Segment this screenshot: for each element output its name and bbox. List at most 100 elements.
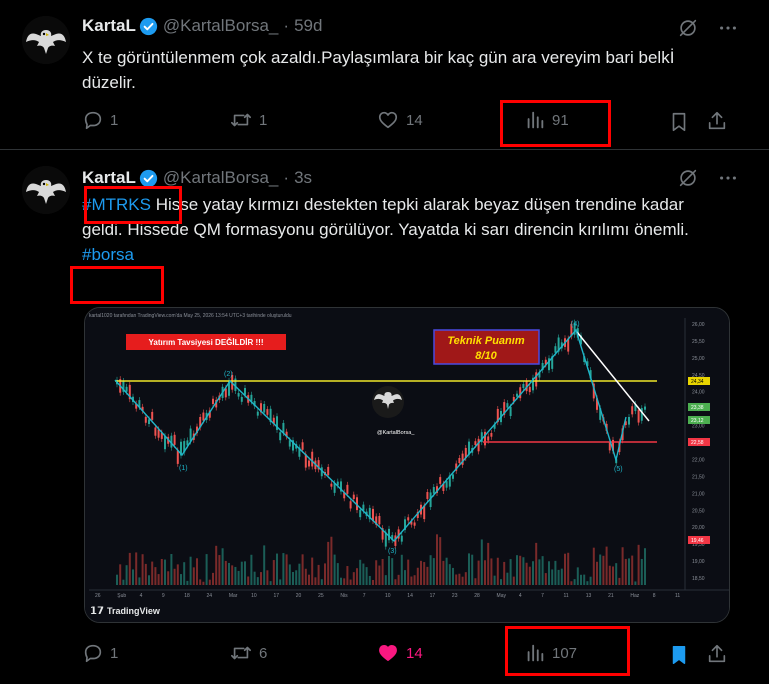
chart-image[interactable]: kartal1020 tarafından TradingView.com'da… xyxy=(84,307,730,623)
warning-label: Yatırım Tavsiyesi DEĞİLDİR !!! xyxy=(149,338,264,347)
date-tick-label: 28 xyxy=(474,593,480,599)
repost-icon xyxy=(231,113,251,127)
volume-bar xyxy=(205,554,208,585)
candle xyxy=(346,484,349,494)
candle xyxy=(256,411,259,416)
like-button[interactable]: 14 xyxy=(376,109,423,131)
volume-bar xyxy=(324,563,326,585)
reply-button[interactable]: 1 xyxy=(82,109,118,131)
more-options-icon[interactable] xyxy=(717,167,739,189)
price-tag: 24,34 xyxy=(688,377,710,385)
volume-bar xyxy=(580,574,582,585)
volume-bar xyxy=(352,572,355,585)
like-button[interactable]: 14 xyxy=(376,642,423,664)
point-label-3: (3) xyxy=(388,548,397,555)
volume-bar xyxy=(500,579,502,585)
volume-bar xyxy=(183,562,186,585)
bookmark-filled-icon[interactable] xyxy=(668,644,690,666)
candle xyxy=(516,393,518,397)
candle xyxy=(445,481,448,488)
volume-bar xyxy=(512,576,515,585)
tweet-time[interactable]: 59d xyxy=(294,16,322,36)
volume-bar xyxy=(426,566,429,585)
reply-button[interactable]: 1 xyxy=(82,642,118,664)
score-value: 8/10 xyxy=(475,350,497,362)
avatar[interactable] xyxy=(22,166,70,214)
candle xyxy=(157,429,160,438)
tradingview-brand: TradingView xyxy=(107,606,161,616)
volume-bar xyxy=(538,559,541,585)
volume-bar xyxy=(144,563,147,585)
volume-bar xyxy=(477,560,480,585)
price-tick-label: 22,00 xyxy=(692,457,705,463)
volume-bar xyxy=(327,541,330,585)
author-name[interactable]: KartaL xyxy=(82,16,136,36)
watermark-text: @KartalBorsa_ xyxy=(377,430,415,436)
candle xyxy=(452,474,454,479)
volume-bar xyxy=(618,577,621,585)
avatar[interactable] xyxy=(22,16,70,64)
volume-bar xyxy=(381,559,384,585)
volume-bar xyxy=(576,567,579,585)
price-tick-label: 19,00 xyxy=(692,559,705,565)
tweet-2[interactable]: KartaL @KartalBorsa_ · 3s #MTRKS Hisse y… xyxy=(0,150,769,684)
volume-bar xyxy=(442,560,445,585)
volume-bar xyxy=(186,580,189,585)
chart-header-text: kartal1020 tarafından TradingView.com'da… xyxy=(89,313,292,319)
author-handle[interactable]: @KartalBorsa_ xyxy=(163,168,279,188)
more-options-icon[interactable] xyxy=(717,17,739,39)
volume-bar xyxy=(128,552,131,585)
volume-bar xyxy=(637,544,640,585)
candle xyxy=(125,386,128,392)
highlight-box-views xyxy=(500,100,611,147)
share-icon[interactable] xyxy=(706,110,728,132)
tweet-time[interactable]: 3s xyxy=(294,168,312,188)
volume-bar xyxy=(407,559,410,585)
grok-icon[interactable] xyxy=(677,17,699,39)
volume-bar xyxy=(471,554,474,585)
volume-bar xyxy=(560,568,563,585)
volume-bar xyxy=(272,560,275,585)
volume-bar xyxy=(394,579,397,585)
volume-bar xyxy=(464,572,467,585)
volume-bar xyxy=(298,563,301,585)
bookmark-icon[interactable] xyxy=(668,111,690,133)
volume-bar xyxy=(218,555,221,585)
repost-button[interactable]: 1 xyxy=(229,109,267,131)
volume-bar xyxy=(608,565,611,585)
date-tick-label: 9 xyxy=(162,593,165,599)
price-tick-label: 18,50 xyxy=(692,576,705,582)
grok-icon[interactable] xyxy=(677,167,699,189)
tweet-1[interactable]: KartaL @KartalBorsa_ · 59d X te görüntül… xyxy=(0,0,769,150)
price-chart: kartal1020 tarafından TradingView.com'da… xyxy=(85,308,729,622)
candle xyxy=(640,408,643,421)
date-tick-label: 24 xyxy=(207,593,213,599)
volume-bar xyxy=(605,546,608,585)
date-tick-label: 11 xyxy=(563,593,568,599)
eagle-logo-icon xyxy=(22,16,70,64)
hashtag-link[interactable]: #borsa xyxy=(82,245,134,264)
volume-bar xyxy=(432,558,435,585)
volume-bar xyxy=(596,561,598,585)
svg-text:23,38: 23,38 xyxy=(691,405,704,411)
date-tick-label: May xyxy=(497,593,507,599)
author-name[interactable]: KartaL xyxy=(82,168,136,188)
price-tick-label: 25,50 xyxy=(692,339,705,345)
volume-bar xyxy=(260,572,262,585)
volume-bar xyxy=(439,537,442,585)
share-icon[interactable] xyxy=(706,643,728,665)
volume-bar xyxy=(468,553,470,585)
highlight-box-views xyxy=(505,626,630,676)
candle xyxy=(522,384,525,389)
volume-bar xyxy=(288,564,291,585)
volume-bar xyxy=(413,575,416,585)
watermark-logo-icon xyxy=(372,386,404,418)
volume-bar xyxy=(548,561,550,585)
volume-bar xyxy=(423,562,426,585)
point-label-5: (5) xyxy=(614,466,623,473)
volume-bar xyxy=(154,567,157,585)
author-handle[interactable]: @KartalBorsa_ xyxy=(163,16,279,36)
repost-button[interactable]: 6 xyxy=(229,642,267,664)
volume-bar xyxy=(484,560,486,585)
volume-bar xyxy=(135,552,138,585)
